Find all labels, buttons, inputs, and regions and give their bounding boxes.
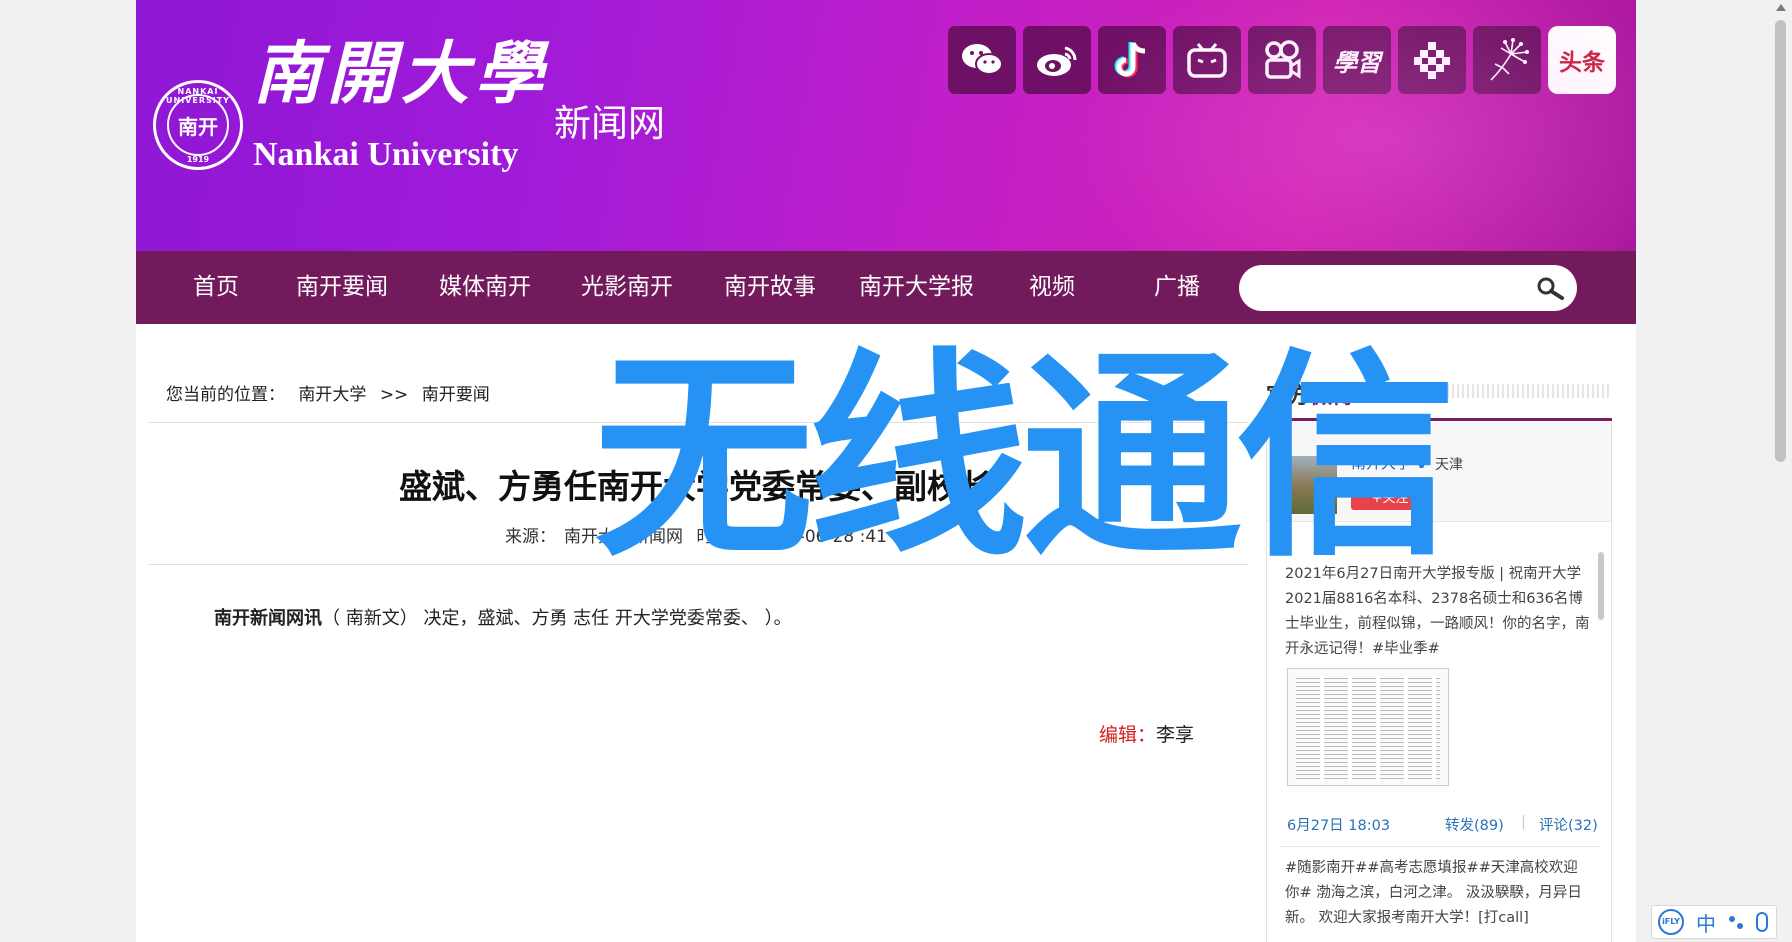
nav-item-nankai-stories[interactable]: 南开故事 xyxy=(724,251,816,324)
editor-label: 编辑： xyxy=(1099,724,1157,746)
repost-link[interactable]: 转发(89) xyxy=(1445,814,1504,835)
nav-item-video[interactable]: 视频 xyxy=(1029,251,1075,324)
action-separator: | xyxy=(1521,814,1526,830)
search-box xyxy=(1239,265,1577,311)
nav-item-media-nankai[interactable]: 媒体南开 xyxy=(439,251,531,324)
seal-core-text: 南开 xyxy=(178,114,218,139)
tiktok-icon[interactable] xyxy=(1098,26,1166,94)
dots-app-icon[interactable] xyxy=(1398,26,1466,94)
search-input[interactable] xyxy=(1257,273,1517,303)
weibo-post-text: #随影南开##高考志愿填报##天津高校欢迎你# 渤海之滨，白河之津。 汲汲騤騤，… xyxy=(1285,860,1582,926)
nav-item-photo-nankai[interactable]: 光影南开 xyxy=(581,251,673,324)
breadcrumb: 您当前的位置： 南开大学 >> 南开要闻 xyxy=(166,380,498,405)
nav-item-university-paper[interactable]: 南开大学报 xyxy=(859,251,974,324)
browser-viewport: NANKAI UNIVERSITY 南开 1919 南開大學 Nankai Un… xyxy=(0,0,1792,942)
weibo-scrollbar[interactable] xyxy=(1598,552,1604,620)
article-body: 南开新闻网讯（ 南新文） 决定，盛斌、方勇 志任 开大学党委常委、 ）。 xyxy=(214,604,1234,630)
site-name: 新闻网 xyxy=(554,102,665,145)
article-editor: 编辑：李享 xyxy=(1099,720,1194,747)
kuaishou-icon[interactable] xyxy=(1248,26,1316,94)
source-label: 来源： xyxy=(505,527,557,547)
scroll-up-arrow-icon[interactable] xyxy=(1776,4,1786,11)
dandelion-icon[interactable] xyxy=(1473,26,1541,94)
breadcrumb-item-news[interactable]: 南开要闻 xyxy=(422,385,490,405)
bilibili-icon[interactable] xyxy=(1173,26,1241,94)
seal-year: 1919 xyxy=(186,155,210,164)
weibo-icon[interactable] xyxy=(1023,26,1091,94)
breadcrumb-label: 您当前的位置： xyxy=(166,385,285,405)
watermark-overlay-text: 无线通信 xyxy=(594,330,1456,586)
page-scrollbar[interactable] xyxy=(1771,0,1792,942)
ifly-logo-icon[interactable]: iFLY xyxy=(1658,909,1684,935)
weibo-post-time[interactable]: 6月27日 18:03 xyxy=(1287,814,1390,835)
nav-item-radio[interactable]: 广播 xyxy=(1154,251,1200,324)
scrollbar-thumb[interactable] xyxy=(1775,20,1786,462)
university-seal-logo[interactable]: NANKAI UNIVERSITY 南开 1919 xyxy=(153,80,243,170)
main-navigation: 首页 南开要闻 媒体南开 光影南开 南开故事 南开大学报 视频 广播 xyxy=(136,251,1636,324)
editor-name: 李享 xyxy=(1156,724,1195,746)
breadcrumb-item-home[interactable]: 南开大学 xyxy=(298,385,366,405)
post-divider xyxy=(1279,846,1601,847)
article-lead: 南开新闻网讯 xyxy=(214,608,322,629)
nav-item-home[interactable]: 首页 xyxy=(193,251,239,324)
xuexi-icon[interactable]: 學習 xyxy=(1323,26,1391,94)
nav-item-nankai-news[interactable]: 南开要闻 xyxy=(296,251,388,324)
logo-english-name[interactable]: Nankai University xyxy=(253,136,518,174)
comment-link[interactable]: 评论(32) xyxy=(1539,814,1598,835)
news-page: NANKAI UNIVERSITY 南开 1919 南開大學 Nankai Un… xyxy=(136,0,1636,942)
social-media-links: 學習 头条 xyxy=(948,26,1616,94)
ime-toolbar: iFLY 中 xyxy=(1651,905,1777,939)
search-icon[interactable] xyxy=(1536,276,1566,300)
weibo-post-image[interactable] xyxy=(1287,668,1449,786)
seal-ring-text: NANKAI UNIVERSITY xyxy=(166,87,230,105)
breadcrumb-separator: >> xyxy=(379,385,409,405)
site-header: NANKAI UNIVERSITY 南开 1919 南開大學 Nankai Un… xyxy=(136,0,1636,251)
microphone-icon[interactable] xyxy=(1756,912,1768,932)
wechat-icon[interactable] xyxy=(948,26,1016,94)
article-text: （ 南新文） 决定，盛斌、方勇 志任 开大学党委常委、 ）。 xyxy=(322,608,792,629)
punctuation-icon[interactable] xyxy=(1728,914,1744,930)
ime-mode-indicator[interactable]: 中 xyxy=(1696,908,1716,937)
logo-chinese-name[interactable]: 南開大學 xyxy=(253,40,549,108)
toutiao-icon[interactable]: 头条 xyxy=(1548,26,1616,94)
